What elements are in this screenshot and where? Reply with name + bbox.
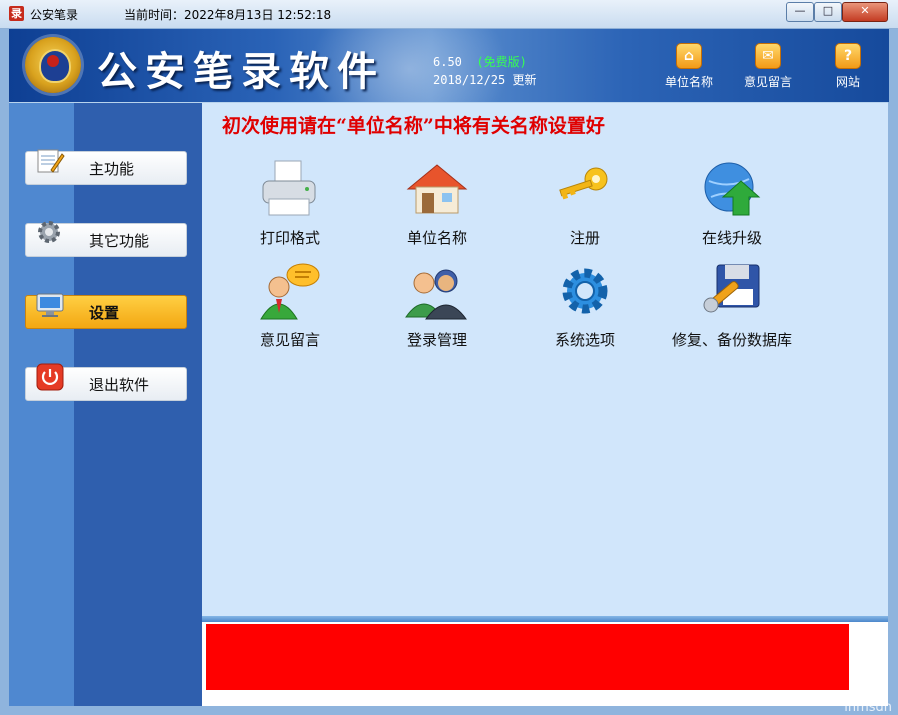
update-date: 2018/12/25 更新 [433, 73, 537, 87]
app-icon: 录 [9, 6, 24, 21]
sidebar-item-other-functions[interactable]: 其它功能 [25, 221, 187, 257]
version-number: 6.50 [433, 55, 462, 69]
top-link-label: 网站 [835, 75, 860, 89]
function-unit-name[interactable]: 单位名称 [377, 159, 497, 248]
function-label: 注册 [569, 229, 600, 247]
version-label: 6.50 (免费版) [433, 53, 527, 70]
keys-icon [559, 167, 608, 200]
function-repair-backup-database[interactable]: 修复、备份数据库 [672, 261, 792, 350]
footer-area [202, 622, 888, 706]
house-icon [406, 164, 468, 214]
function-label: 在线升级 [701, 229, 762, 247]
monitor-icon [36, 293, 64, 317]
footer-red-banner [206, 624, 849, 690]
function-label: 修复、备份数据库 [672, 331, 793, 349]
title-bar: 录 公安笔录 当前时间：2022年8月13日 12:52:18 — □ ✕ [0, 0, 898, 29]
top-link-label: 单位名称 [664, 75, 713, 89]
window-frame-left [0, 29, 9, 715]
function-label: 单位名称 [406, 229, 467, 247]
gear-icon [38, 221, 60, 243]
header-banner: 公安笔录软件 6.50 (免费版) 2018/12/25 更新 ⌂ 单位名称 ✉… [9, 29, 889, 102]
cog-icon [562, 268, 608, 314]
sidebar-item-label: 其它功能 [89, 232, 150, 250]
power-icon [36, 363, 64, 391]
function-label: 打印格式 [259, 229, 320, 247]
sidebar-item-main-functions[interactable]: 主功能 [25, 149, 187, 185]
app-logo-title: 公安笔录软件 [97, 48, 385, 95]
watermark-text: inmsdn [844, 700, 892, 715]
sidebar-item-exit[interactable]: 退出软件 [25, 363, 187, 401]
function-label: 登录管理 [406, 331, 467, 349]
window-title: 公安笔录 [30, 8, 79, 22]
printer-icon [262, 160, 316, 216]
users-icon [405, 269, 467, 320]
minimize-button[interactable]: — [786, 2, 814, 22]
function-online-upgrade[interactable]: 在线升级 [672, 159, 792, 248]
user-speech-icon [260, 263, 320, 320]
globe-upload-icon [704, 162, 761, 216]
home-icon: ⌂ [676, 43, 702, 69]
sidebar: 主功能 其它功能 设置 退出软件 [9, 103, 202, 706]
function-feedback[interactable]: 意见留言 [230, 261, 350, 350]
sidebar-item-label: 退出软件 [89, 376, 150, 394]
help-icon: ? [835, 43, 861, 69]
edition-label: (免费版) [476, 55, 527, 69]
sidebar-item-label: 主功能 [89, 160, 135, 178]
function-system-options[interactable]: 系统选项 [525, 261, 645, 350]
floppy-wrench-icon [703, 264, 760, 313]
setup-notice: 初次使用请在“单位名称”中将有关名称设置好 [222, 115, 605, 137]
top-link-label: 意见留言 [743, 75, 792, 89]
function-label: 意见留言 [259, 331, 320, 349]
function-register[interactable]: 注册 [525, 159, 645, 248]
app-window: 录 公安笔录 当前时间：2022年8月13日 12:52:18 — □ ✕ 公安… [0, 0, 898, 715]
function-print-format[interactable]: 打印格式 [230, 159, 350, 248]
function-label: 系统选项 [554, 331, 615, 349]
maximize-button[interactable]: □ [814, 2, 842, 22]
police-emblem-logo [25, 37, 81, 93]
current-time: 当前时间：2022年8月13日 12:52:18 [124, 8, 332, 22]
top-link-unit-name[interactable]: ⌂ 单位名称 [654, 43, 724, 90]
notepad-icon [37, 149, 65, 173]
settings-panel: 初次使用请在“单位名称”中将有关名称设置好 打印格式 单位名称 注册 在线升级 … [202, 103, 888, 618]
envelope-icon: ✉ [755, 43, 781, 69]
sidebar-item-label: 设置 [89, 304, 120, 322]
window-frame-bottom [0, 706, 898, 715]
top-link-website[interactable]: ? 网站 [813, 43, 883, 90]
function-login-management[interactable]: 登录管理 [377, 261, 497, 350]
window-frame-right [888, 29, 898, 715]
close-button[interactable]: ✕ [842, 2, 888, 22]
top-link-feedback[interactable]: ✉ 意见留言 [733, 43, 803, 90]
sidebar-item-settings[interactable]: 设置 [25, 293, 187, 329]
